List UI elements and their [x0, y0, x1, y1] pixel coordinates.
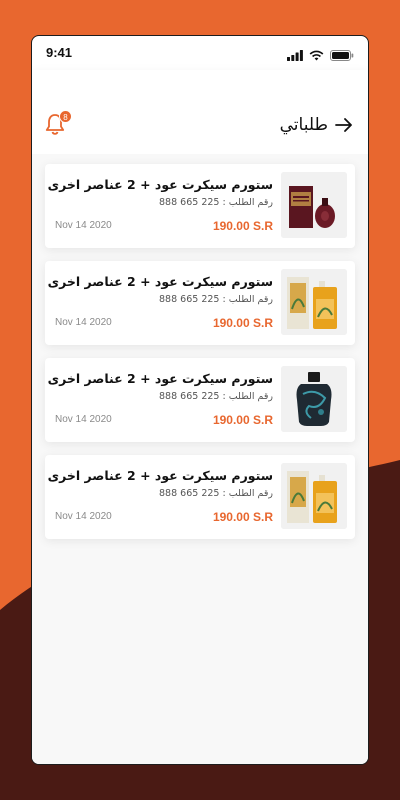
arrow-right-icon — [334, 118, 354, 139]
product-image-perfume-box-gold — [281, 269, 347, 335]
order-price: 190.00 S.R — [212, 510, 273, 524]
orders-list: ستورم سيكرت عود + 2 عناصر اخرى رقم الطلب… — [32, 154, 368, 764]
order-number: رقم الطلب : 225 665 888 — [159, 197, 273, 208]
order-number: رقم الطلب : 225 665 888 — [159, 488, 273, 499]
item-title: ستورم سيكرت عود + 2 عناصر اخرى — [47, 468, 273, 483]
battery-icon — [330, 46, 354, 65]
order-date: Nov 14 2020 — [55, 220, 112, 231]
order-date: Nov 14 2020 — [55, 317, 112, 328]
bell-icon — [44, 114, 66, 140]
page-header: 8 طلباتي — [32, 70, 368, 154]
item-title: ستورم سيكرت عود + 2 عناصر اخرى — [47, 371, 273, 386]
item-title: ستورم سيكرت عود + 2 عناصر اخرى — [47, 177, 273, 192]
page-title: طلباتي — [279, 115, 328, 135]
order-card[interactable]: ستورم سيكرت عود + 2 عناصر اخرى رقم الطلب… — [45, 358, 355, 442]
order-date: Nov 14 2020 — [55, 414, 112, 425]
order-card[interactable]: ستورم سيكرت عود + 2 عناصر اخرى رقم الطلب… — [45, 261, 355, 345]
order-card[interactable]: ستورم سيكرت عود + 2 عناصر اخرى رقم الطلب… — [45, 164, 355, 248]
notification-bell-button[interactable]: 8 — [44, 110, 72, 140]
wifi-icon — [309, 46, 324, 65]
product-image-perfume-box-gold — [281, 463, 347, 529]
item-title: ستورم سيكرت عود + 2 عناصر اخرى — [47, 274, 273, 289]
status-icons — [287, 46, 354, 65]
status-bar: 9:41 — [32, 36, 368, 70]
product-image-perfume-box-maroon — [281, 172, 347, 238]
signal-icon — [287, 46, 303, 65]
order-card[interactable]: ستورم سيكرت عود + 2 عناصر اخرى رقم الطلب… — [45, 455, 355, 539]
product-image-perfume-bottle-dark — [281, 366, 347, 432]
order-price: 190.00 S.R — [212, 219, 273, 233]
order-price: 190.00 S.R — [212, 413, 273, 427]
notification-badge: 8 — [59, 110, 72, 123]
order-date: Nov 14 2020 — [55, 511, 112, 522]
phone-frame: 9:41 8 طلباتي ستورم سيكرت عود + 2 عناصر … — [31, 35, 369, 765]
order-price: 190.00 S.R — [212, 316, 273, 330]
back-button[interactable] — [334, 115, 354, 135]
status-time: 9:41 — [46, 45, 73, 60]
order-number: رقم الطلب : 225 665 888 — [159, 391, 273, 402]
order-number: رقم الطلب : 225 665 888 — [159, 294, 273, 305]
